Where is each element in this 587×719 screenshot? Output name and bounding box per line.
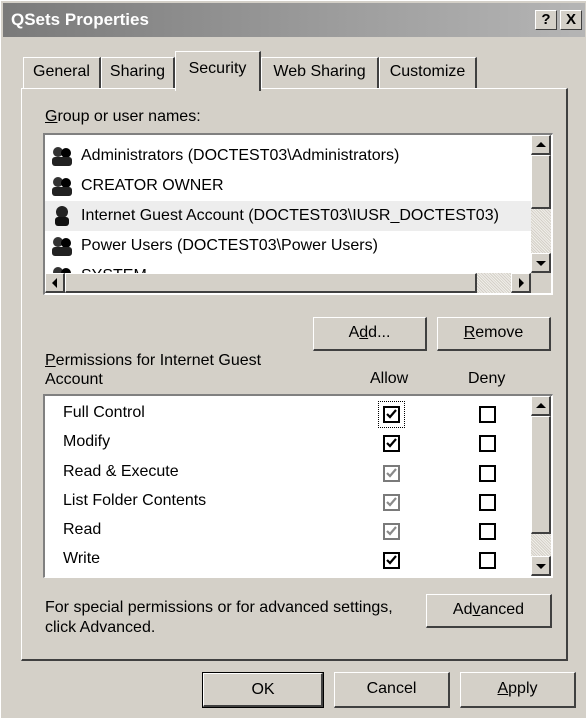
chevron-left-icon [52,278,57,288]
chevron-down-icon [536,564,546,569]
group-icon [52,236,72,256]
permission-name: Full Control [63,404,145,421]
group-list-horizontal-scrollbar[interactable] [45,273,531,293]
group-list-vertical-scrollbar[interactable] [531,135,551,273]
group-icon [52,176,72,196]
close-button[interactable]: X [560,10,582,30]
group-user-listbox[interactable]: Administrators (DOCTEST03\Administrators… [43,133,553,295]
scrollbar-corner [531,273,551,293]
permission-name: List Folder Contents [63,492,207,509]
allow-write-checkbox[interactable] [383,552,400,569]
chevron-right-icon [519,278,524,288]
scrollbar-thumb[interactable] [65,273,477,293]
chevron-up-icon [536,403,546,408]
group-icon [52,146,72,166]
deny-list-folder-contents-checkbox[interactable] [479,494,496,511]
scroll-right-button[interactable] [511,273,531,293]
allow-modify-checkbox[interactable] [383,435,400,452]
deny-read-execute-checkbox[interactable] [479,465,496,482]
apply-button[interactable]: Apply [460,672,576,708]
user-icon [55,205,69,226]
list-item[interactable]: Administrators (DOCTEST03\Administrators… [49,141,399,171]
checkmark-icon [386,409,397,419]
scroll-up-button[interactable] [531,135,551,155]
scroll-down-button[interactable] [531,556,551,576]
checkmark-icon [386,438,397,448]
tab-web-sharing[interactable]: Web Sharing [261,57,379,89]
permissions-vertical-scrollbar[interactable] [531,396,551,576]
checkmark-icon [386,497,397,507]
checkmark-icon [386,468,397,478]
allow-read-checkbox[interactable] [383,523,400,540]
scrollbar-thumb[interactable] [531,155,551,209]
scroll-left-button[interactable] [45,273,65,293]
deny-modify-checkbox[interactable] [479,435,496,452]
permission-name: Read & Execute [63,463,179,480]
scroll-up-button[interactable] [531,396,551,416]
properties-dialog: QSets Properties ? X General Sharing Sec… [0,0,587,719]
list-item[interactable]: Power Users (DOCTEST03\Power Users) [49,231,378,261]
window-title: QSets Properties [11,10,149,29]
ok-button[interactable]: OK [202,672,324,708]
allow-column-header: Allow [370,370,409,387]
scroll-down-button[interactable] [531,253,551,273]
tab-security[interactable]: Security [175,51,261,91]
list-item-selected[interactable]: Internet Guest Account (DOCTEST03\IUSR_D… [45,201,531,231]
checkmark-icon [386,555,397,565]
help-button[interactable]: ? [535,10,557,30]
permission-name: Read [63,521,102,538]
cancel-button[interactable]: Cancel [334,672,450,708]
chevron-down-icon [536,261,546,266]
deny-read-checkbox[interactable] [479,523,496,540]
allow-list-folder-contents-checkbox[interactable] [383,494,400,511]
chevron-up-icon [536,142,546,147]
remove-button[interactable]: Remove [437,317,551,351]
deny-full-control-checkbox[interactable] [479,406,496,423]
tab-general[interactable]: General [23,57,101,89]
list-item[interactable]: CREATOR OWNER [49,171,224,201]
advanced-settings-note: For special permissions or for advanced … [45,599,393,636]
permission-name: Modify [63,433,111,450]
allow-read-execute-checkbox[interactable] [383,465,400,482]
title-bar[interactable]: QSets Properties ? X [3,3,585,37]
permission-name: Write [63,550,101,567]
group-or-user-names-label: Group or user names: [45,108,201,125]
permissions-list[interactable]: Full Control Modify Read & Execute List … [43,394,553,578]
advanced-button[interactable]: Advanced [426,594,552,628]
scrollbar-thumb[interactable] [531,416,551,534]
tab-customize[interactable]: Customize [379,57,477,89]
deny-write-checkbox[interactable] [479,552,496,569]
deny-column-header: Deny [468,370,506,387]
tab-sharing[interactable]: Sharing [101,57,175,89]
checkmark-icon [386,526,397,536]
permissions-label: Permissions for Internet Guest Account [45,352,262,388]
add-button[interactable]: Add... [313,317,427,351]
allow-full-control-checkbox[interactable] [383,406,400,423]
